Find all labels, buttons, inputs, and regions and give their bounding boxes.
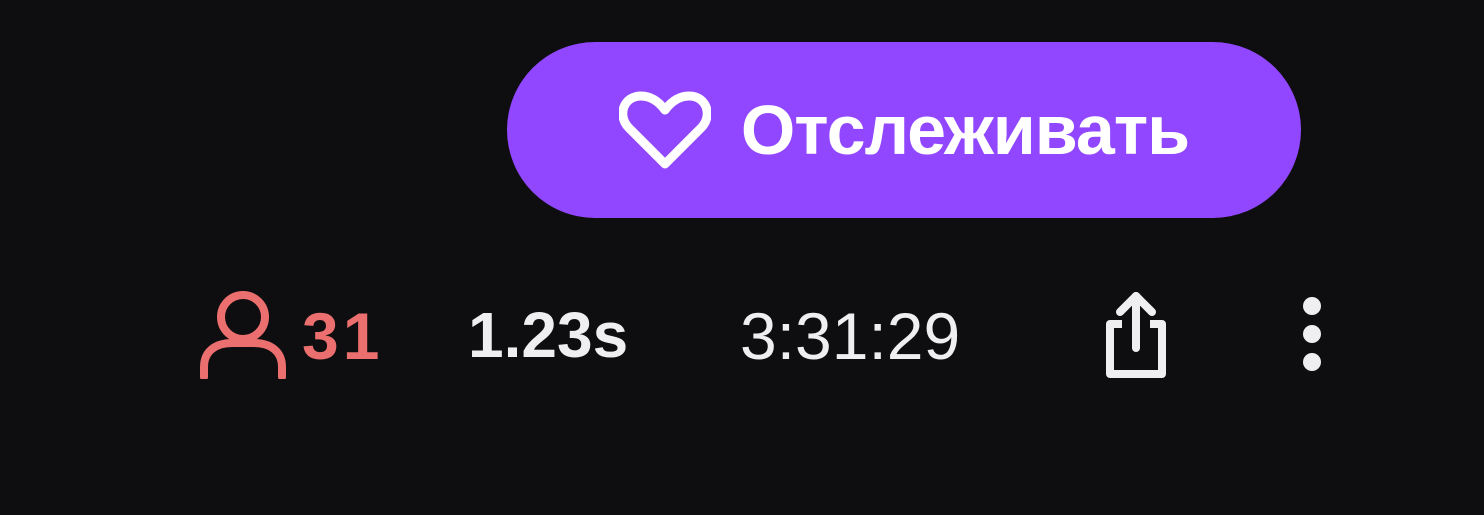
share-icon [1096,286,1176,387]
latency-value: 1.23s [468,299,629,371]
stream-uptime: 3:31:29 [740,299,961,373]
share-button[interactable] [1088,286,1184,386]
follow-button[interactable]: Отслеживать [507,42,1301,218]
more-options-button[interactable] [1280,286,1344,386]
stream-stats-row: 31 1.23s 3:31:29 [0,278,1484,388]
heart-icon [618,90,711,170]
viewer-count: 31 [302,298,384,373]
more-vertical-icon [1292,289,1332,384]
person-icon [198,287,288,384]
follow-button-label: Отслеживать [740,91,1190,169]
viewer-count-indicator: 31 [198,288,383,383]
